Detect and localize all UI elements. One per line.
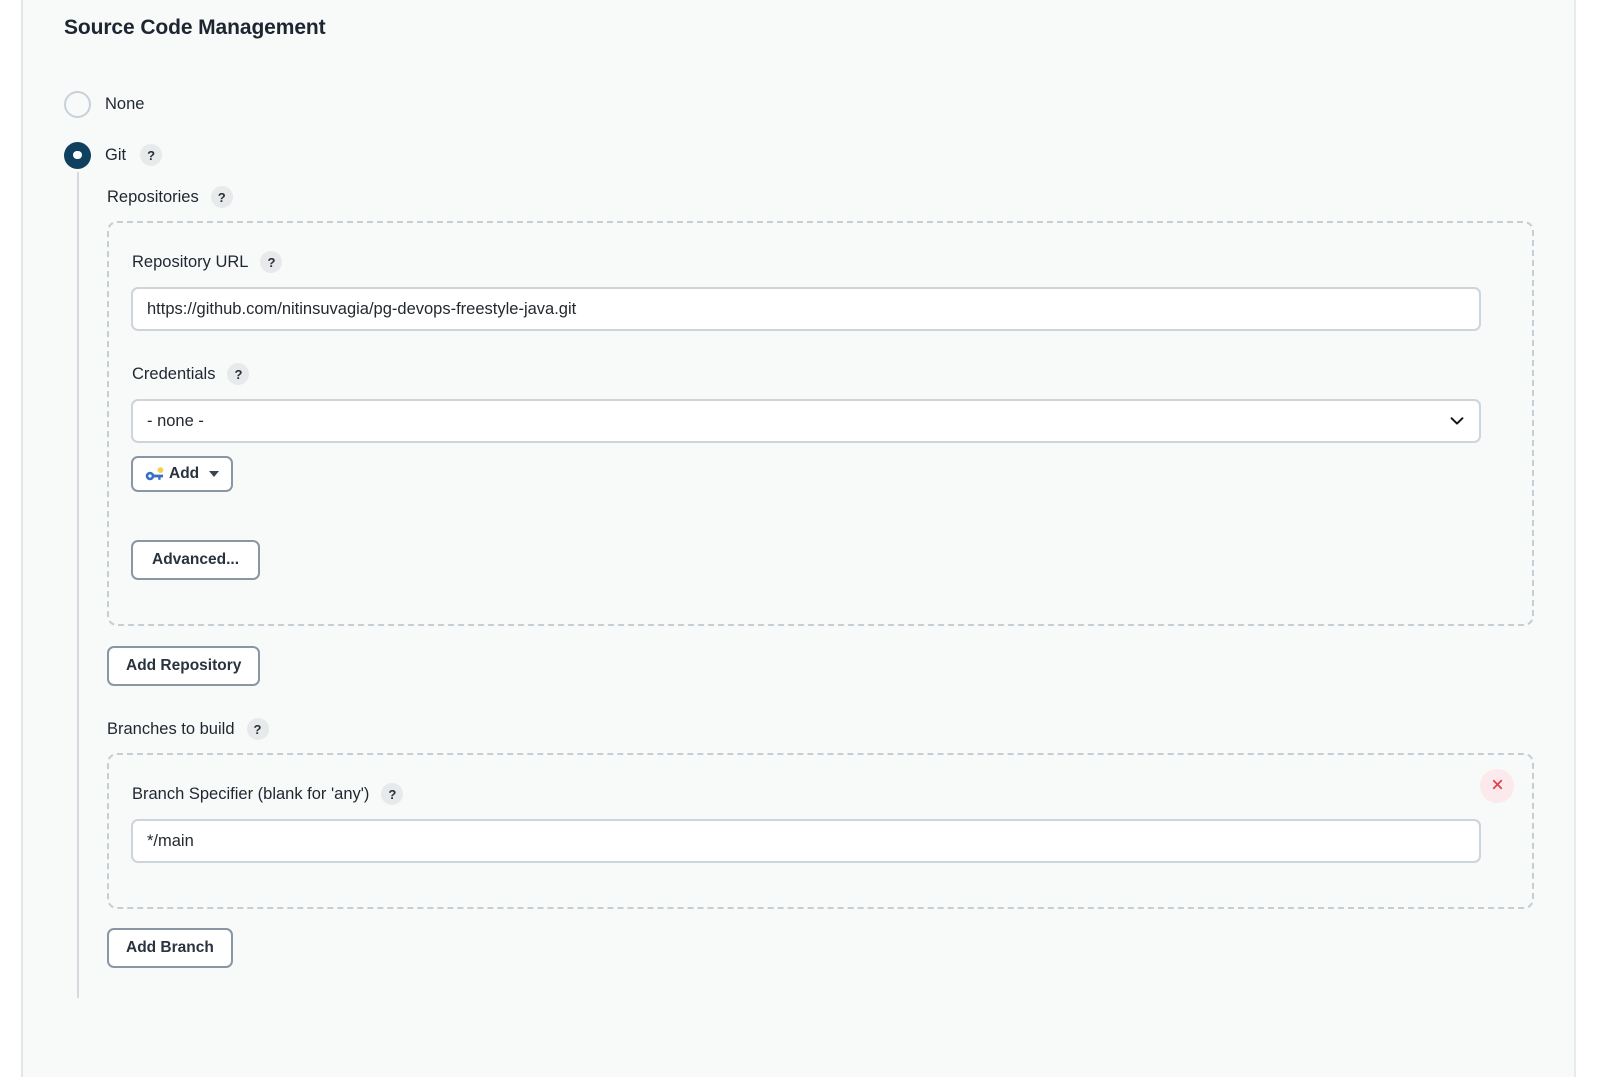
- page-title: Source Code Management: [64, 16, 326, 39]
- repository-entry-block: Repository URL ? Credentials ? - none -: [107, 221, 1534, 626]
- repositories-label-row: Repositories ?: [107, 186, 1534, 208]
- help-icon-credentials[interactable]: ?: [227, 363, 250, 385]
- add-credentials-label: Add: [169, 465, 200, 482]
- add-branch-label: Add Branch: [126, 939, 214, 956]
- branch-specifier-label: Branch Specifier (blank for 'any'): [132, 784, 370, 803]
- repository-url-label: Repository URL: [132, 252, 249, 271]
- delete-branch-button[interactable]: [1480, 769, 1514, 803]
- scm-content-pane: Source Code Management None Git ? Reposi…: [21, 0, 1576, 1077]
- branch-specifier-label-row: Branch Specifier (blank for 'any') ?: [131, 783, 1510, 805]
- repository-url-label-row: Repository URL ?: [131, 251, 1510, 273]
- radio-none[interactable]: [64, 90, 91, 118]
- caret-down-icon: [209, 471, 220, 477]
- help-icon-repositories[interactable]: ?: [210, 186, 233, 208]
- help-icon-branches[interactable]: ?: [246, 718, 269, 740]
- branch-specifier-input[interactable]: [131, 819, 1481, 863]
- branch-entry-block: Branch Specifier (blank for 'any') ?: [107, 753, 1534, 909]
- repositories-label: Repositories: [107, 187, 199, 206]
- radio-git-label: Git: [105, 145, 127, 164]
- close-icon: [1490, 777, 1505, 795]
- credentials-label-row: Credentials ?: [131, 363, 1510, 385]
- page-root: Source Code Management None Git ? Reposi…: [0, 0, 1600, 1077]
- key-icon: [145, 466, 164, 482]
- credentials-select-wrap: - none -: [131, 399, 1481, 443]
- credentials-select-value: - none -: [147, 411, 204, 430]
- radio-git[interactable]: [64, 141, 91, 169]
- credentials-select[interactable]: - none -: [131, 399, 1481, 443]
- branches-label-row: Branches to build ?: [107, 718, 1534, 740]
- add-repository-button[interactable]: Add Repository: [107, 646, 261, 686]
- scm-option-git[interactable]: Git ?: [64, 138, 1534, 172]
- add-credentials-button[interactable]: Add: [131, 456, 234, 492]
- branches-to-build-label: Branches to build: [107, 719, 235, 738]
- scm-option-none[interactable]: None: [64, 87, 1534, 121]
- radio-none-label: None: [105, 94, 145, 113]
- repository-url-input[interactable]: [131, 287, 1481, 331]
- add-branch-button[interactable]: Add Branch: [107, 928, 233, 968]
- credentials-label: Credentials: [132, 364, 216, 383]
- help-icon-repository-url[interactable]: ?: [260, 251, 283, 273]
- help-icon-git[interactable]: ?: [140, 144, 163, 166]
- add-repository-label: Add Repository: [126, 657, 242, 674]
- advanced-button-label: Advanced...: [152, 551, 239, 568]
- advanced-button[interactable]: Advanced...: [131, 540, 260, 580]
- help-icon-branch-specifier[interactable]: ?: [381, 783, 404, 805]
- git-settings-block: Repositories ? Repository URL ? Credenti…: [77, 172, 1534, 998]
